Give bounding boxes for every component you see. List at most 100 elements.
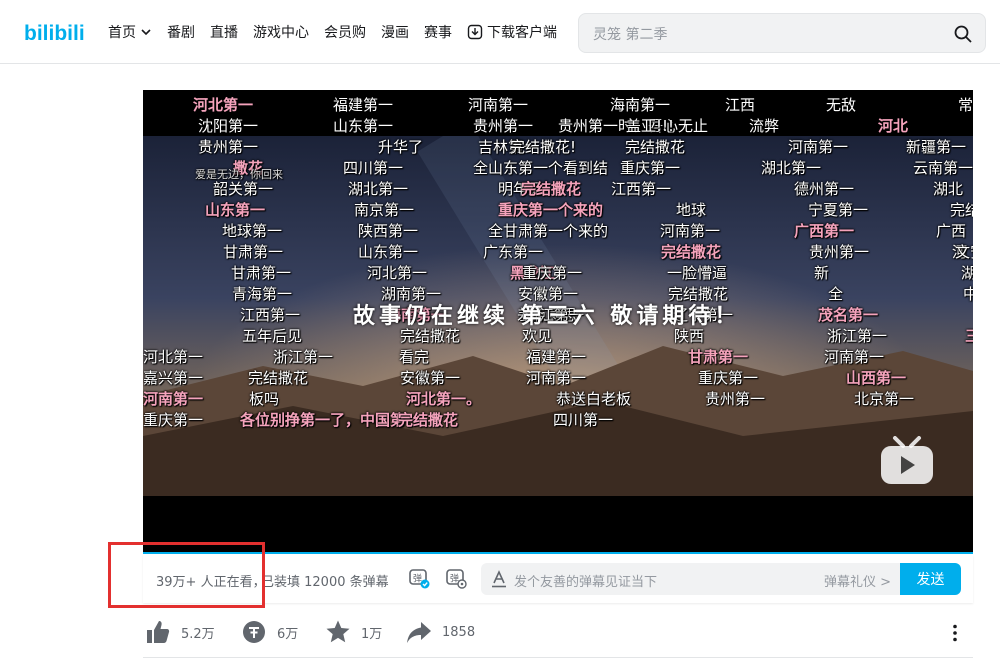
- danmaku-comment: 河南第一: [788, 138, 849, 156]
- danmaku-comment: 湖北: [933, 180, 964, 198]
- more-options-icon[interactable]: [945, 623, 965, 643]
- danmaku-comment: 全甘肃第一个来的: [488, 222, 609, 240]
- danmaku-settings-icon[interactable]: 弹: [445, 567, 467, 589]
- danmaku-comment: 完结撒花: [398, 411, 459, 429]
- danmaku-comment: 河北第一: [143, 348, 204, 366]
- nav-esports-label: 赛事: [424, 25, 452, 41]
- danmaku-comment: 浙江第一: [827, 327, 888, 345]
- danmaku-comment: 新疆第一: [906, 138, 967, 156]
- send-danmaku-button[interactable]: 发送: [900, 563, 961, 595]
- video-progress-bar[interactable]: [143, 552, 973, 554]
- nav-live-label: 直播: [210, 25, 238, 41]
- danmaku-comment: 完结撒花!: [510, 138, 577, 156]
- danmaku-comment: 南京第一: [354, 201, 415, 219]
- nav-membership-shop[interactable]: 会员购: [324, 22, 366, 42]
- danmaku-comment: 五年后见: [242, 327, 303, 345]
- danmaku-comment: 四川第一: [343, 159, 404, 177]
- danmaku-comment: 完结: [950, 201, 973, 219]
- bilibili-logo[interactable]: bilibili: [24, 16, 88, 48]
- like-button[interactable]: 5.2万: [145, 619, 215, 645]
- danmaku-comment: 文安第一: [955, 243, 973, 261]
- danmaku-comment: 甘肃第一: [223, 243, 284, 261]
- danmaku-comment: 一脸懵逼: [667, 264, 728, 282]
- danmaku-comment: 云南第一: [913, 159, 973, 177]
- share-button[interactable]: 1858: [406, 619, 475, 645]
- share-arrow-icon: [407, 622, 431, 643]
- text-style-icon[interactable]: [491, 570, 507, 588]
- nav-manga[interactable]: 漫画: [381, 22, 409, 42]
- danmaku-comment: 河北第一: [367, 264, 428, 282]
- danmaku-input[interactable]: 发个友善的弹幕见证当下 弹幕礼仪 >: [481, 563, 901, 595]
- danmaku-comment: 海南第一: [610, 96, 671, 114]
- danmaku-comment: 甘肃第一: [688, 348, 749, 366]
- danmaku-comment: 陕西第一: [358, 222, 419, 240]
- nav-anime[interactable]: 番剧: [167, 22, 195, 42]
- nav-game-center-label: 游戏中心: [253, 25, 309, 41]
- danmaku-comment: 江西: [725, 96, 756, 114]
- nav-home-label: 首页: [108, 25, 136, 41]
- danmaku-comment: 嘉兴第一: [143, 369, 204, 387]
- danmaku-comment: 贵州第一: [473, 117, 534, 135]
- nav-download-label: 下载客户端: [487, 25, 557, 41]
- danmaku-comment: 河南第一: [824, 348, 885, 366]
- nav-manga-label: 漫画: [381, 25, 409, 41]
- share-count: 1858: [442, 624, 476, 640]
- danmaku-etiquette-link[interactable]: 弹幕礼仪 >: [824, 571, 891, 590]
- danmaku-comment: 河北第一: [193, 96, 254, 114]
- danmaku-loaded-count: 已装填 12000 条弹幕: [261, 575, 389, 590]
- danmaku-comment: 看完: [399, 348, 430, 366]
- danmaku-comment: 四川第一: [553, 411, 614, 429]
- download-icon: [467, 24, 483, 40]
- coin-icon: [243, 621, 265, 643]
- danmaku-input-placeholder: 发个友善的弹幕见证当下: [514, 575, 658, 590]
- danmaku-comment: 甘肃第一: [231, 264, 292, 282]
- danmaku-comment: 中国第一: [963, 285, 973, 303]
- search-icon[interactable]: [953, 24, 973, 44]
- danmaku-comment: 重庆第一: [620, 159, 681, 177]
- nav-game-center[interactable]: 游戏中心: [253, 22, 309, 42]
- svg-text:弹: 弹: [413, 573, 422, 585]
- coin-button[interactable]: 6万: [241, 619, 298, 645]
- danmaku-comment: 茂名第一: [818, 306, 879, 324]
- nav-esports[interactable]: 赛事: [424, 22, 452, 42]
- search-input[interactable]: 灵笼 第二季: [593, 24, 667, 44]
- nav-live[interactable]: 直播: [210, 22, 238, 42]
- thumbs-up-icon: [147, 621, 170, 643]
- danmaku-comment: 浙江第一: [273, 348, 334, 366]
- danmaku-comment: 完结撒花: [248, 369, 309, 387]
- danmaku-comment: 北京第一: [854, 390, 915, 408]
- danmaku-comment: 重庆第一: [698, 369, 759, 387]
- danmaku-comment: 福建第一: [526, 348, 587, 366]
- danmaku-comment: 广西第一: [794, 222, 855, 240]
- danmaku-comment: 福建第一: [333, 96, 394, 114]
- danmaku-send-bar: 39万+ 人正在看， 已装填 12000 条弹幕 弹 弹 发个友善的弹幕见证当下…: [143, 555, 973, 603]
- danmaku-comment: 德州第一: [794, 180, 855, 198]
- search-box[interactable]: 灵笼 第二季: [578, 13, 986, 53]
- nav-home[interactable]: 首页: [108, 22, 152, 42]
- danmaku-toggle-icon[interactable]: 弹: [408, 567, 430, 589]
- like-count: 5.2万: [181, 626, 215, 642]
- danmaku-comment: 全: [828, 285, 844, 303]
- danmaku-comment: 恭送白老板: [556, 390, 632, 408]
- video-player[interactable]: 河北第一 福建第一 河南第一 海南第一 江西 无敌常沈阳第一 山东第一 贵州第一 贵州第一时，吾…: [143, 90, 973, 554]
- coin-count: 6万: [277, 626, 299, 642]
- favorite-button[interactable]: 1万: [325, 619, 382, 645]
- danmaku-comment: 贵州第一: [705, 390, 766, 408]
- danmaku-comment: 升华了: [378, 138, 424, 156]
- danmaku-comment: 宁夏第一: [808, 201, 869, 219]
- danmaku-comment: 安徽第一: [400, 369, 461, 387]
- danmaku-comment: 地球第一: [222, 222, 283, 240]
- danmaku-comment: 完结撒花: [661, 243, 722, 261]
- danmaku-comment: 沈阳第一: [198, 117, 259, 135]
- danmaku-comment: 地球: [676, 201, 707, 219]
- video-action-bar: 5.2万 6万 1万 1858: [143, 615, 973, 651]
- star-icon: [326, 620, 350, 643]
- danmaku-comment: 河北第一。: [406, 390, 482, 408]
- danmaku-comment: 山东第一: [358, 243, 419, 261]
- danmaku-comment: 广东第一: [483, 243, 544, 261]
- danmaku-comment: 盖亚!!!: [626, 117, 675, 135]
- danmaku-comment: 河南第一: [526, 369, 587, 387]
- danmaku-comment: 山西第一: [846, 369, 907, 387]
- nav-download-client[interactable]: 下载客户端: [467, 22, 557, 42]
- danmaku-comment: 河南第一: [143, 390, 204, 408]
